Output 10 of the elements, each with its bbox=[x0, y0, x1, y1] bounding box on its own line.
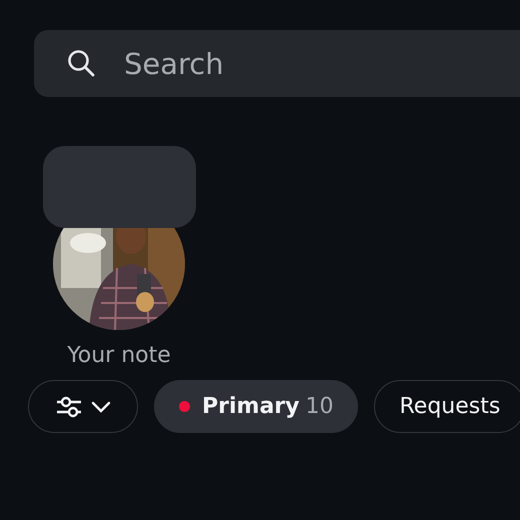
note-label: Your note bbox=[67, 343, 171, 368]
inbox-tab[interactable]: Requests bbox=[374, 380, 520, 433]
sliders-icon bbox=[55, 394, 83, 418]
filter-button[interactable] bbox=[28, 380, 138, 433]
tab-count: 10 bbox=[305, 394, 334, 419]
search-field[interactable]: Search bbox=[34, 30, 520, 97]
chevron-down-icon bbox=[91, 400, 111, 412]
tab-label: Primary bbox=[202, 394, 300, 419]
tab-label: Requests bbox=[399, 394, 500, 419]
inbox-tab[interactable]: Primary 10 bbox=[154, 380, 358, 433]
